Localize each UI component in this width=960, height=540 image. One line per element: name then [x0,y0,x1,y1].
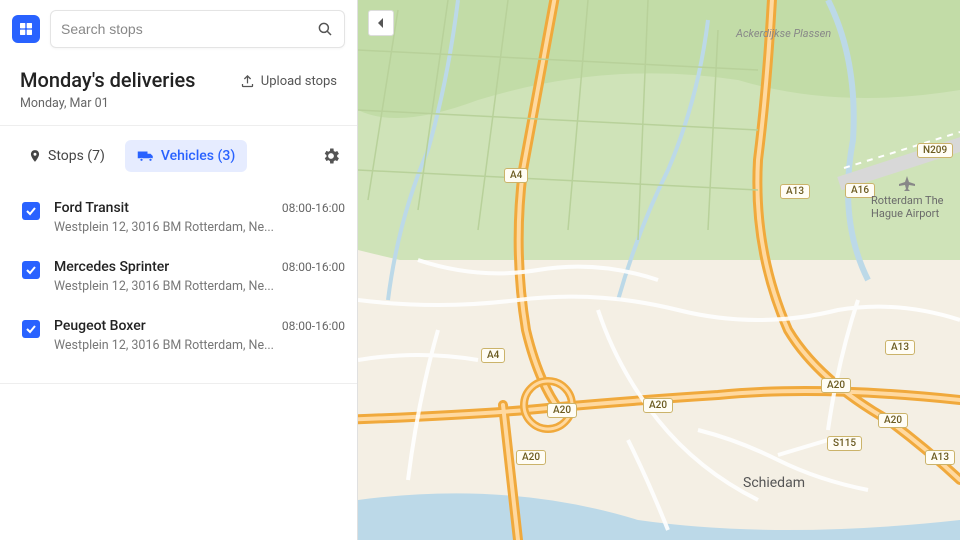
check-icon [25,205,37,217]
tab-stops-label: Stops [48,148,84,164]
road-label: A20 [547,403,577,418]
page-subtitle: Monday, Mar 01 [20,96,195,111]
road-label: A4 [504,168,528,183]
sidebar: Monday's deliveries Monday, Mar 01 Uploa… [0,0,358,540]
vehicle-address: Westplein 12, 3016 BM Rotterdam, Ne... [54,220,274,235]
upload-stops-button[interactable]: Upload stops [240,74,337,89]
upload-label: Upload stops [261,74,337,89]
map-view[interactable]: A4 A13 A16 N209 A4 A13 A20 A20 A20 A20 S… [358,0,960,540]
road-label: A20 [821,378,851,393]
list-item[interactable]: Ford Transit 08:00-16:00 Westplein 12, 3… [18,188,349,247]
logo-icon [18,21,34,37]
search-box[interactable] [50,10,345,48]
road-label: A13 [925,450,955,465]
area-label: Ackerdijkse Plassen [736,27,831,40]
tab-vehicles[interactable]: Vehicles (3) [125,140,247,172]
vehicle-name: Mercedes Sprinter [54,259,169,275]
app-logo[interactable] [12,15,40,43]
vehicle-name: Peugeot Boxer [54,318,146,334]
vehicle-address: Westplein 12, 3016 BM Rotterdam, Ne... [54,338,274,353]
collapse-sidebar-button[interactable] [368,10,394,36]
tab-vehicles-count: 3 [222,148,230,164]
road-label: N209 [917,143,953,158]
vehicles-list: Ford Transit 08:00-16:00 Westplein 12, 3… [0,182,357,384]
road-label: S115 [827,436,862,451]
vehicle-name: Ford Transit [54,200,129,216]
tab-stops-count: 7 [92,148,100,164]
list-item[interactable]: Peugeot Boxer 08:00-16:00 Westplein 12, … [18,306,349,365]
road-label: A4 [481,348,505,363]
vehicle-time: 08:00-16:00 [282,260,345,274]
tab-vehicles-label: Vehicles [161,148,214,164]
truck-icon [137,149,155,163]
tab-stops[interactable]: Stops (7) [16,140,117,172]
road-label: A20 [516,450,546,465]
road-label: A13 [780,184,810,199]
chevron-left-icon [377,18,385,28]
check-icon [25,264,37,276]
page-title: Monday's deliveries [20,68,195,92]
checkbox[interactable] [22,320,40,338]
settings-button[interactable] [321,146,341,166]
checkbox[interactable] [22,202,40,220]
road-label: A20 [878,413,908,428]
vehicle-time: 08:00-16:00 [282,319,345,333]
check-icon [25,323,37,335]
vehicle-address: Westplein 12, 3016 BM Rotterdam, Ne... [54,279,274,294]
airport-label: Rotterdam The Hague Airport [871,194,944,220]
upload-icon [240,74,255,89]
list-item[interactable]: Mercedes Sprinter 08:00-16:00 Westplein … [18,247,349,306]
vehicle-time: 08:00-16:00 [282,201,345,215]
search-icon[interactable] [316,20,334,38]
road-label: A20 [643,398,673,413]
checkbox[interactable] [22,261,40,279]
search-input[interactable] [61,21,316,37]
road-label: A13 [885,340,915,355]
map-canvas [358,0,960,540]
city-label: Schiedam [743,475,805,491]
pin-icon [28,149,42,163]
